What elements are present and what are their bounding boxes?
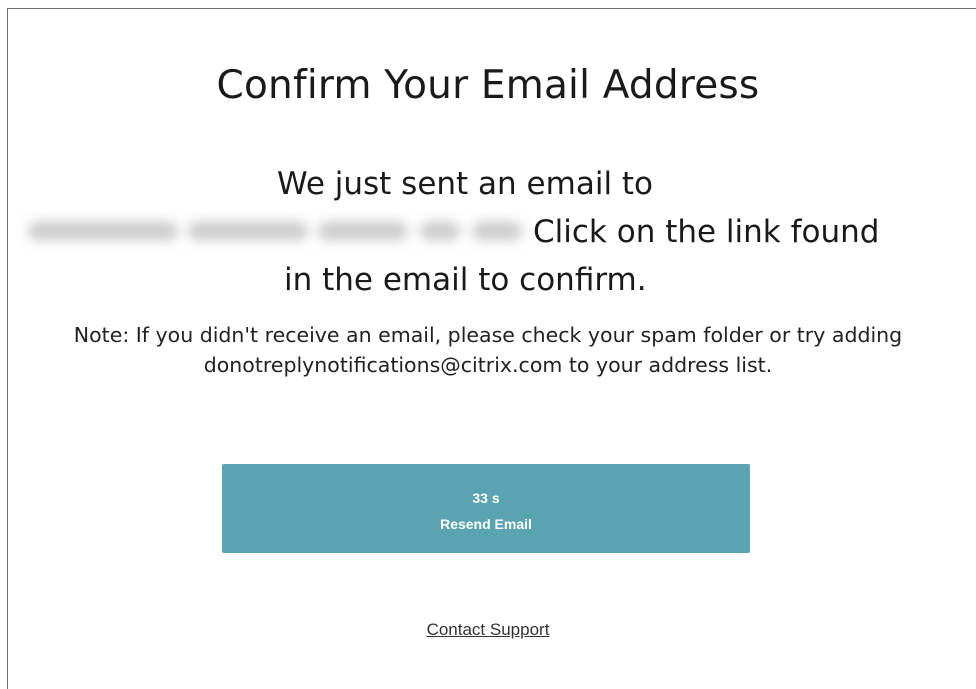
message-line-3: in the email to confirm. (284, 262, 647, 298)
redacted-email-address (28, 208, 530, 252)
message-line-1: We just sent an email to (277, 166, 654, 202)
resend-email-button[interactable]: 33 s Resend Email (222, 464, 750, 553)
resend-email-label: Resend Email (440, 516, 532, 532)
page-title: Confirm Your Email Address (216, 63, 760, 108)
contact-support-link[interactable]: Contact Support (427, 620, 550, 639)
message-line-2: Click on the link found (533, 214, 880, 250)
resend-countdown: 33 s (472, 490, 500, 506)
spam-folder-note: Note: If you didn't receive an email, pl… (73, 323, 903, 377)
contact-support-container: Contact Support (0, 620, 976, 640)
